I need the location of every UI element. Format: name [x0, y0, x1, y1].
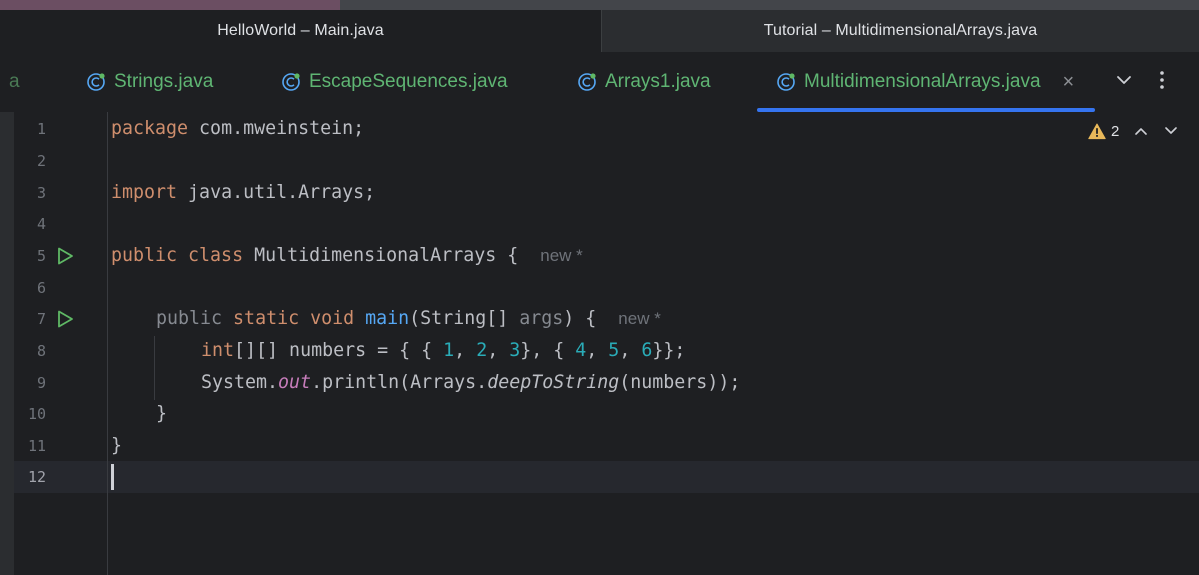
- code-line-8[interactable]: int[][] numbers = { { 1, 2, 3}, { 4, 5, …: [201, 335, 685, 367]
- code-number: 5: [608, 340, 620, 361]
- project-tab-label: HelloWorld – Main.java: [217, 22, 384, 39]
- active-tab-indicator: [757, 108, 1095, 112]
- code-keyword-unused: public: [156, 308, 223, 329]
- indent-guide: [154, 336, 155, 400]
- code-number: 2: [476, 340, 488, 361]
- code-line-3[interactable]: import java.util.Arrays;: [111, 177, 375, 209]
- code-text: ,: [619, 340, 642, 361]
- code-text: System.: [201, 372, 279, 393]
- vcs-hint[interactable]: new *: [540, 246, 583, 265]
- code-number: 3: [509, 340, 521, 361]
- line-number-current: 12: [27, 468, 46, 486]
- project-tabs: HelloWorld – Main.java Tutorial – Multid…: [0, 10, 1199, 52]
- editor-tab-escapesequences[interactable]: EscapeSequences.java: [281, 52, 508, 112]
- line-number: 7: [36, 310, 46, 328]
- code-static-method: deepToString: [487, 372, 620, 393]
- more-vertical-icon[interactable]: [1152, 68, 1172, 92]
- code-text: ) {: [563, 308, 597, 329]
- line-number: 6: [36, 279, 46, 297]
- warning-count: 2: [1111, 122, 1120, 140]
- run-class-icon[interactable]: [55, 246, 75, 266]
- run-main-icon[interactable]: [55, 309, 75, 329]
- code-text: java.util.Arrays;: [177, 182, 376, 203]
- code-text: (numbers));: [619, 372, 741, 393]
- line-number: 2: [36, 152, 46, 170]
- editor-tab-clipped-label: a: [9, 71, 20, 92]
- chevron-down-icon[interactable]: [1114, 70, 1134, 90]
- code-line-9[interactable]: System.out.println(Arrays.deepToString(n…: [201, 367, 740, 399]
- gutter-divider: [107, 112, 108, 575]
- code-line-1[interactable]: package com.mweinstein;: [111, 113, 364, 145]
- code-method-name: main: [365, 308, 410, 329]
- inspection-widget[interactable]: 2: [1088, 118, 1119, 144]
- code-text: }};: [652, 340, 686, 361]
- line-number: 11: [27, 437, 46, 455]
- java-class-icon: [777, 73, 795, 91]
- warning-triangle-icon: [1088, 123, 1106, 139]
- editor-tab-label: Strings.java: [114, 71, 214, 92]
- code-keyword: static void: [222, 308, 366, 329]
- current-line-highlight: [14, 461, 1199, 493]
- code-number: 1: [443, 340, 455, 361]
- line-number: 1: [36, 120, 46, 138]
- editor-tab-arrays1[interactable]: Arrays1.java: [577, 52, 711, 112]
- code-number: 4: [575, 340, 587, 361]
- code-parameter: args: [519, 308, 564, 329]
- code-line-7[interactable]: public static void main(String[] args) {…: [156, 303, 661, 335]
- code-text: .println(Arrays.: [311, 372, 488, 393]
- line-number: 4: [36, 215, 46, 233]
- code-text: ,: [586, 340, 609, 361]
- previous-highlight-icon[interactable]: [1133, 124, 1149, 138]
- code-keyword: package: [111, 118, 189, 139]
- editor-tab-clipped[interactable]: a: [9, 52, 20, 112]
- editor-left-edge: [0, 112, 14, 575]
- code-text: }, {: [520, 340, 576, 361]
- code-number: 6: [641, 340, 653, 361]
- line-number: 3: [36, 184, 46, 202]
- project-tab-helloworld[interactable]: HelloWorld – Main.java: [0, 10, 601, 52]
- code-text: ,: [454, 340, 477, 361]
- editor-tab-bar: a Strings.java EscapeSequences.java Arra…: [0, 52, 1199, 112]
- line-number: 9: [36, 374, 46, 392]
- project-tab-label: Tutorial – MultidimensionalArrays.java: [763, 22, 1038, 39]
- next-highlight-icon[interactable]: [1163, 124, 1179, 138]
- line-number: 10: [27, 405, 46, 423]
- code-keyword: import: [111, 182, 178, 203]
- code-text: [][] numbers = { {: [234, 340, 444, 361]
- code-text: (String[]: [409, 308, 520, 329]
- code-line-10[interactable]: }: [156, 398, 167, 430]
- code-static-field: out: [278, 372, 312, 393]
- close-icon[interactable]: ×: [1063, 71, 1075, 94]
- vcs-hint[interactable]: new *: [618, 309, 661, 328]
- code-line-11[interactable]: }: [111, 430, 122, 462]
- line-number: 5: [36, 247, 46, 265]
- code-text: }: [156, 403, 168, 424]
- editor-tab-multidimensionalarrays[interactable]: MultidimensionalArrays.java ×: [776, 52, 1074, 112]
- java-class-icon: [282, 73, 300, 91]
- editor-tab-strings[interactable]: Strings.java: [86, 52, 213, 112]
- java-class-icon: [578, 73, 596, 91]
- code-text: }: [111, 435, 123, 456]
- text-caret: [111, 464, 114, 490]
- code-line-5[interactable]: public class MultidimensionalArrays { new…: [111, 240, 583, 272]
- editor-tab-label: Arrays1.java: [605, 71, 711, 92]
- ide-window: HelloWorld – Main.java Tutorial – Multid…: [0, 0, 1199, 575]
- code-text: ,: [487, 340, 510, 361]
- line-number: 8: [36, 342, 46, 360]
- window-top-strip-accent: [0, 0, 340, 10]
- project-tab-tutorial[interactable]: Tutorial – MultidimensionalArrays.java: [601, 10, 1199, 52]
- editor-tab-label: EscapeSequences.java: [309, 71, 508, 92]
- editor-tab-label: MultidimensionalArrays.java: [804, 71, 1041, 92]
- code-keyword: int: [201, 340, 235, 361]
- code-text: MultidimensionalArrays {: [243, 245, 519, 266]
- java-class-icon: [87, 73, 105, 91]
- code-text: com.mweinstein;: [188, 118, 365, 139]
- code-keyword: public class: [111, 245, 244, 266]
